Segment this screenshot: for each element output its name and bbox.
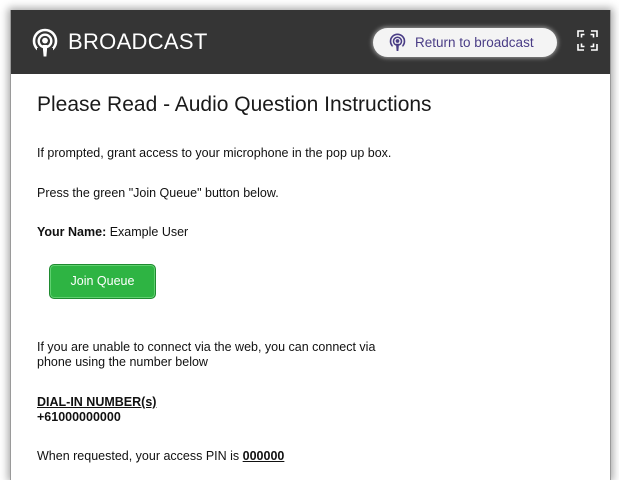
join-queue-button[interactable]: Join Queue: [49, 264, 156, 299]
header-bar: BROADCAST Return to broadcast: [11, 10, 610, 74]
user-name-row: Your Name: Example User: [37, 225, 188, 240]
broadcast-podcast-icon: [32, 28, 58, 58]
phone-info-line-2: phone using the number below: [37, 355, 208, 369]
fullscreen-icon[interactable]: [577, 30, 598, 51]
broadcast-window: BROADCAST Return to broadcast Please Rea…: [10, 10, 611, 480]
user-name-label: Your Name:: [37, 225, 107, 239]
return-to-broadcast-button[interactable]: Return to broadcast: [373, 28, 557, 57]
instruction-microphone: If prompted, grant access to your microp…: [37, 146, 392, 160]
instruction-join-queue: Press the green "Join Queue" button belo…: [37, 186, 279, 200]
broadcast-podcast-icon: [389, 33, 406, 52]
phone-info-line-1: If you are unable to connect via the web…: [37, 340, 376, 354]
app-title: BROADCAST: [68, 29, 208, 54]
access-pin-row: When requested, your access PIN is 00000…: [37, 449, 284, 464]
user-name-value: Example User: [106, 225, 189, 239]
return-button-label: Return to broadcast: [415, 35, 534, 50]
dial-in-label: DIAL-IN NUMBER(s): [37, 395, 156, 410]
access-pin-label: When requested, your access PIN is: [37, 449, 243, 463]
access-pin-value: 000000: [242, 449, 285, 463]
dial-in-heading: DIAL-IN NUMBER(s): [37, 395, 157, 409]
dial-in-number: +61000000000: [37, 410, 121, 424]
page-title: Please Read - Audio Question Instruction…: [37, 93, 432, 116]
